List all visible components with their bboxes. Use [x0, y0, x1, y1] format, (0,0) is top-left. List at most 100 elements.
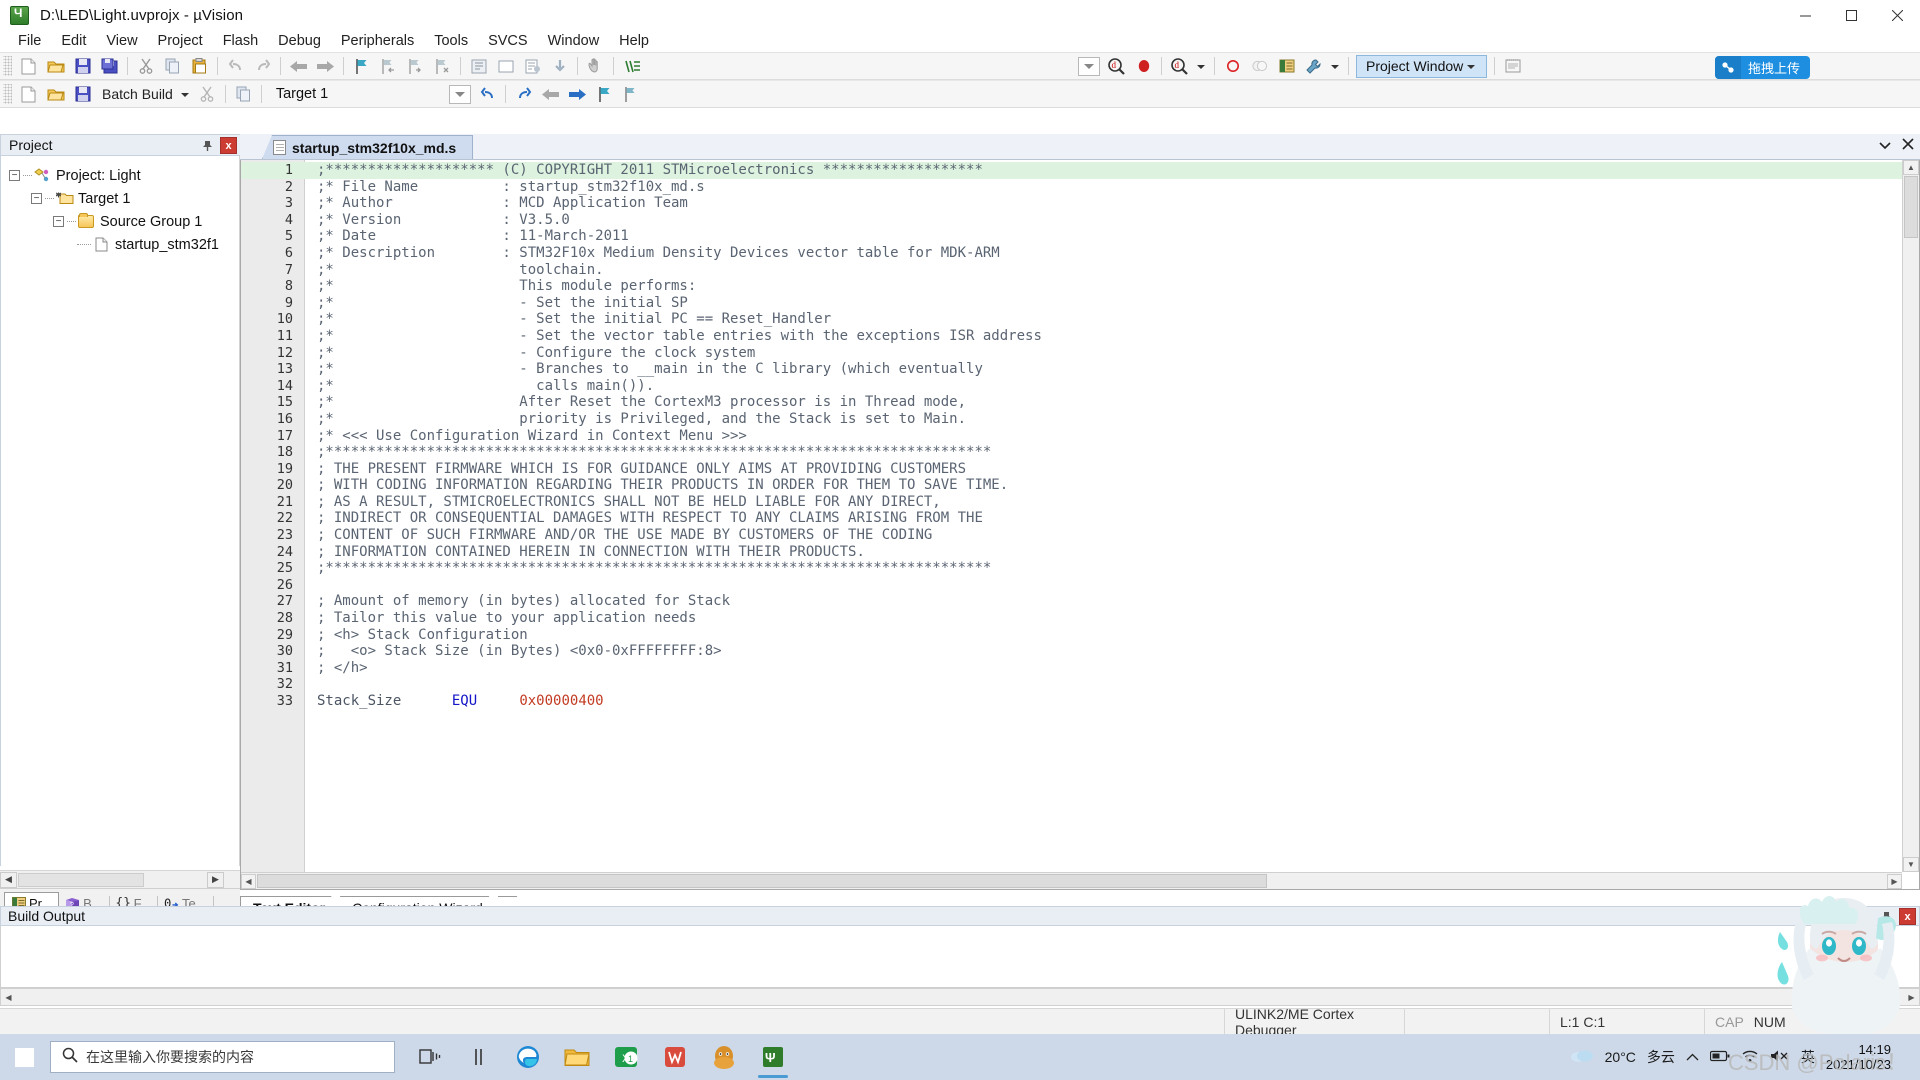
- nav-back2-icon[interactable]: [537, 82, 564, 106]
- code-line[interactable]: 33 Stack_Size EQU 0x00000400: [241, 693, 1902, 710]
- new-file-icon[interactable]: [15, 54, 42, 78]
- code-line[interactable]: 15 ;* After Reset the CortexM3 processor …: [241, 394, 1902, 411]
- hand-icon[interactable]: [582, 54, 609, 78]
- code-line[interactable]: 11 ;* - Set the vector table entries with…: [241, 328, 1902, 345]
- menu-tools[interactable]: Tools: [424, 31, 478, 51]
- code-line[interactable]: 23 ; CONTENT OF SUCH FIRMWARE AND/OR THE …: [241, 527, 1902, 544]
- configure-pack-icon[interactable]: [1499, 54, 1526, 78]
- chevron-down-icon[interactable]: [1879, 137, 1892, 154]
- uncomment-icon[interactable]: [546, 54, 573, 78]
- weather-temperature[interactable]: 20°C: [1605, 1049, 1636, 1065]
- indent-icon[interactable]: [465, 54, 492, 78]
- project-tree-hscrollbar[interactable]: ◀ ▶: [0, 870, 240, 888]
- code-line[interactable]: 17 ;* <<< Use Configuration Wizard in Con…: [241, 428, 1902, 445]
- upload-pill[interactable]: 拖拽上传: [1714, 56, 1810, 79]
- code-line[interactable]: 32: [241, 676, 1902, 693]
- edge-icon[interactable]: [505, 1035, 551, 1079]
- browse-dropdown-caret-icon[interactable]: [1197, 65, 1205, 69]
- navigate-back-icon[interactable]: [285, 54, 312, 78]
- code-line[interactable]: 1 ;******************** (C) COPYRIGHT 201…: [241, 162, 1902, 179]
- wps-icon[interactable]: [652, 1035, 698, 1079]
- code-line[interactable]: 3 ;* Author : MCD Application Team: [241, 195, 1902, 212]
- minimize-button[interactable]: [1782, 0, 1828, 30]
- bookmark2-icon[interactable]: [591, 82, 618, 106]
- navigate-forward-icon[interactable]: [312, 54, 339, 78]
- code-line[interactable]: 18 ;*************************************…: [241, 444, 1902, 461]
- toolbar-grip[interactable]: [3, 56, 12, 76]
- windows-start-icon[interactable]: [0, 1034, 48, 1080]
- project-window-caret-icon[interactable]: [1467, 65, 1476, 69]
- options-target-icon[interactable]: [1300, 54, 1327, 78]
- file-explorer-icon[interactable]: [554, 1035, 600, 1079]
- code-line[interactable]: 29 ; <h> Stack Configuration: [241, 627, 1902, 644]
- comment-icon[interactable]: [519, 54, 546, 78]
- paste-icon[interactable]: [186, 54, 213, 78]
- bookmark-clear-icon[interactable]: [429, 54, 456, 78]
- undo-icon[interactable]: [222, 54, 249, 78]
- qq-icon[interactable]: [701, 1035, 747, 1079]
- battery-icon[interactable]: [1709, 1049, 1730, 1065]
- code-line[interactable]: 16 ;* priority is Privileged, and the Sta…: [241, 411, 1902, 428]
- search-combo[interactable]: [1078, 56, 1100, 76]
- widgets-icon[interactable]: [456, 1035, 502, 1079]
- record-macro-icon[interactable]: [1130, 54, 1157, 78]
- copy2-icon[interactable]: [230, 82, 257, 106]
- nav-forward2-icon[interactable]: [564, 82, 591, 106]
- code-hscrollbar[interactable]: ◀ ▶: [241, 872, 1902, 889]
- keil-icon[interactable]: Ψ: [750, 1035, 796, 1079]
- menu-debug[interactable]: Debug: [268, 31, 331, 51]
- tree-node-source-group[interactable]: − Source Group 1: [1, 210, 239, 233]
- expander-icon[interactable]: −: [31, 193, 42, 204]
- code-line[interactable]: 4 ;* Version : V3.5.0: [241, 212, 1902, 229]
- menu-edit[interactable]: Edit: [51, 31, 96, 51]
- editor-tab-startup-file[interactable]: startup_stm32f10x_md.s: [262, 135, 474, 159]
- code-line[interactable]: 21 ; AS A RESULT, STMICROELECTRONICS SHAL…: [241, 494, 1902, 511]
- code-line[interactable]: 10 ;* - Set the initial PC == Reset_Handl…: [241, 311, 1902, 328]
- code-line[interactable]: 24 ; INFORMATION CONTAINED HEREIN IN CONN…: [241, 544, 1902, 561]
- bookmark-prev2-icon[interactable]: [618, 82, 645, 106]
- save-all-icon[interactable]: [96, 54, 123, 78]
- tree-node-target[interactable]: − Target 1: [1, 187, 239, 210]
- menu-project[interactable]: Project: [148, 31, 213, 51]
- code-line[interactable]: 20 ; WITH CODING INFORMATION REGARDING TH…: [241, 477, 1902, 494]
- open-file-icon[interactable]: [42, 54, 69, 78]
- outdent-icon[interactable]: [492, 54, 519, 78]
- disable-breakpoints-icon[interactable]: [1246, 54, 1273, 78]
- project-tree[interactable]: − Project: Light − Target 1 − Source Gro…: [0, 156, 240, 866]
- task-view-icon[interactable]: [407, 1035, 453, 1079]
- menu-svcs[interactable]: SVCS: [478, 31, 538, 51]
- bookmark-toggle-icon[interactable]: [348, 54, 375, 78]
- code-line[interactable]: 5 ;* Date : 11-March-2011: [241, 228, 1902, 245]
- breakpoint-icon[interactable]: [1219, 54, 1246, 78]
- menu-file[interactable]: File: [8, 31, 51, 51]
- weather-description[interactable]: 多云: [1647, 1047, 1675, 1067]
- save-icon[interactable]: [69, 54, 96, 78]
- menu-window[interactable]: Window: [538, 31, 610, 51]
- code-line[interactable]: 30 ; <o> Stack Size (in Bytes) <0x0-0xFFF…: [241, 643, 1902, 660]
- close-button[interactable]: [1874, 0, 1920, 30]
- cut2-icon[interactable]: [194, 82, 221, 106]
- toolbar-grip[interactable]: [3, 84, 12, 104]
- code-line[interactable]: 19 ; THE PRESENT FIRMWARE WHICH IS FOR GU…: [241, 461, 1902, 478]
- batch-build-caret-icon[interactable]: [180, 93, 189, 97]
- menu-flash[interactable]: Flash: [213, 31, 268, 51]
- code-line[interactable]: 28 ; Tailor this value to your applicatio…: [241, 610, 1902, 627]
- copy-icon[interactable]: [159, 54, 186, 78]
- code-line[interactable]: 25 ;*************************************…: [241, 560, 1902, 577]
- tree-node-source-file[interactable]: startup_stm32f1: [1, 233, 239, 256]
- cut-icon[interactable]: [132, 54, 159, 78]
- code-vscrollbar[interactable]: ▲ ▼: [1902, 160, 1919, 872]
- close-panel-icon[interactable]: x: [220, 137, 237, 154]
- undo2-icon[interactable]: [474, 82, 501, 106]
- expander-icon[interactable]: −: [9, 170, 20, 181]
- maximize-button[interactable]: [1828, 0, 1874, 30]
- redo2-icon[interactable]: [510, 82, 537, 106]
- tree-node-project[interactable]: − Project: Light: [1, 164, 239, 187]
- build-output-hscrollbar[interactable]: ◀ ▶: [0, 988, 1920, 1006]
- close-icon[interactable]: [1902, 137, 1914, 154]
- batch-build-label[interactable]: Batch Build: [96, 86, 177, 102]
- code-line[interactable]: 22 ; INDIRECT OR CONSEQUENTIAL DAMAGES WI…: [241, 510, 1902, 527]
- target-selector-value[interactable]: Target 1: [266, 86, 336, 102]
- expander-icon[interactable]: −: [53, 216, 64, 227]
- code-line[interactable]: 13 ;* - Branches to __main in the C libra…: [241, 361, 1902, 378]
